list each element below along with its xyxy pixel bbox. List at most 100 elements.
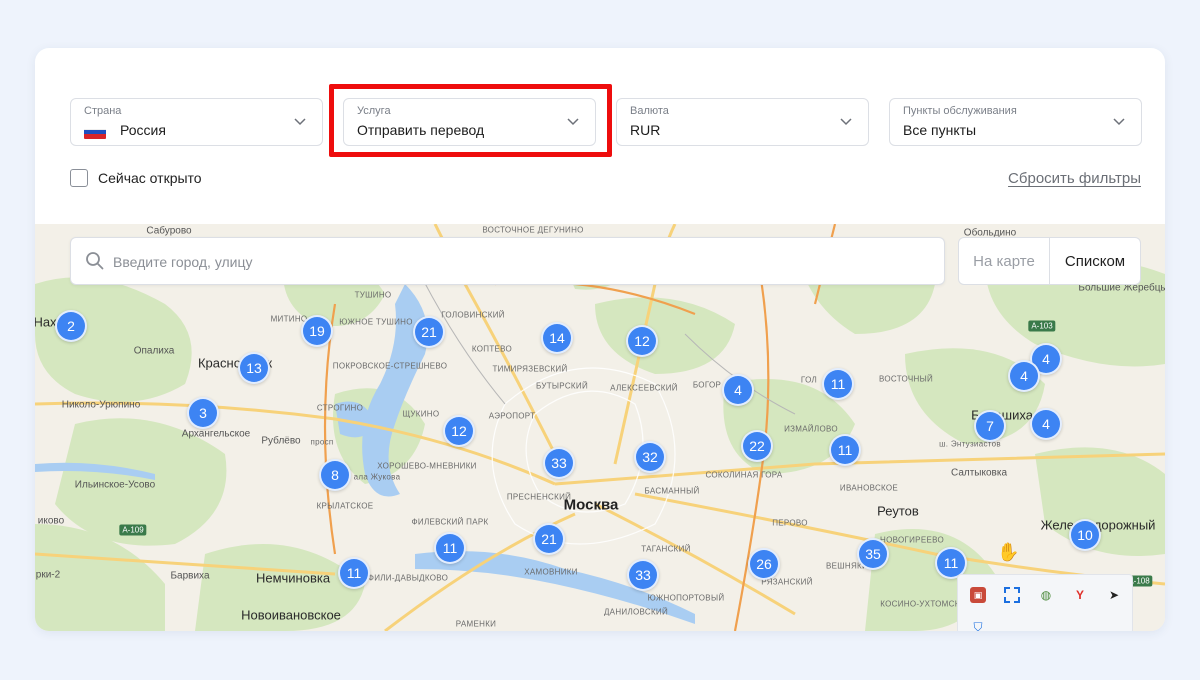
service-select-label: Услуга — [357, 105, 391, 117]
service-points-select-label: Пункты обслуживания — [903, 105, 1017, 117]
currency-select[interactable]: Валюта RUR — [616, 98, 869, 146]
road-badge: А-109 — [119, 524, 147, 536]
list-view-button[interactable]: Списком — [1050, 238, 1140, 284]
office-cluster[interactable]: 12 — [626, 325, 658, 357]
system-tray-popup: ▣ ◍ Y ➤ ⛉ — [957, 574, 1133, 631]
district-label: ФИЛЕВСКИЙ ПАРК — [411, 517, 489, 527]
currency-select-label: Валюта — [630, 105, 669, 117]
place-label: Салтыковка — [950, 467, 1008, 479]
office-cluster[interactable]: 11 — [434, 532, 466, 564]
district-label: ВОСТОЧНЫЙ — [878, 374, 934, 384]
district-label: ТУШИНО — [354, 290, 392, 300]
district-label: ПЕРОВО — [772, 518, 808, 528]
map-view-button[interactable]: На карте — [959, 238, 1050, 284]
office-cluster[interactable]: 26 — [748, 548, 780, 580]
office-cluster[interactable]: 2 — [55, 310, 87, 342]
district-label: КОПТЕВО — [471, 344, 513, 354]
district-label: ИЗМАЙЛОВО — [784, 424, 838, 434]
office-cluster[interactable]: 4 — [722, 374, 754, 406]
street-label: просп — [310, 437, 334, 447]
filter-bar: Страна Россия Услуга Отправить перевод В… — [35, 48, 1165, 224]
office-cluster[interactable]: 22 — [741, 430, 773, 462]
offices-panel: Страна Россия Услуга Отправить перевод В… — [35, 48, 1165, 631]
place-label: Рублёво — [261, 435, 301, 447]
network-icon[interactable]: ◍ — [1038, 587, 1054, 603]
office-cluster[interactable]: 11 — [829, 434, 861, 466]
service-select[interactable]: Услуга Отправить перевод — [343, 98, 596, 146]
place-label: Немчиновка — [255, 570, 331, 586]
open-now-label: Сейчас открыто — [98, 170, 202, 186]
service-select-value: Отправить перевод — [357, 122, 485, 138]
district-label: ХАМОВНИКИ — [524, 567, 578, 577]
road-badge: А-103 — [1028, 320, 1056, 332]
office-cluster[interactable]: 21 — [533, 523, 565, 555]
office-cluster[interactable]: 7 — [974, 410, 1006, 442]
yandex-icon[interactable]: Y — [1072, 587, 1088, 603]
office-cluster[interactable]: 8 — [319, 459, 351, 491]
place-label: рки-2 — [35, 569, 61, 581]
service-points-select[interactable]: Пункты обслуживания Все пункты — [889, 98, 1142, 146]
district-label: ФИЛИ-ДАВЫДКОВО — [367, 573, 449, 583]
office-cluster[interactable]: 14 — [541, 322, 573, 354]
chevron-down-icon — [294, 118, 306, 126]
district-label: БАСМАННЫЙ — [644, 486, 700, 496]
address-search-input[interactable] — [113, 248, 913, 276]
place-label: Опалиха — [133, 345, 175, 357]
office-cluster[interactable]: 13 — [238, 352, 270, 384]
district-label: КРЫЛАТСКОЕ — [316, 501, 374, 511]
office-cluster[interactable]: 4 — [1008, 360, 1040, 392]
district-label: ИВАНОВСКОЕ — [839, 483, 899, 493]
street-label: ала Жукова — [353, 472, 401, 482]
service-points-select-value: Все пункты — [903, 122, 977, 138]
district-label: АЭРОПОРТ — [488, 411, 536, 421]
office-cluster[interactable]: 21 — [413, 316, 445, 348]
country-select-value: Россия — [120, 122, 166, 138]
place-label: Николо-Урюпино — [61, 399, 141, 411]
district-label: ГОЛОВИНСКИЙ — [441, 310, 505, 320]
district-label: БУТЫРСКИЙ — [535, 381, 589, 391]
district-label: ТИМИРЯЗЕВСКИЙ — [492, 364, 568, 374]
district-label: ПОКРОВСКОЕ-СТРЕШНЕВО — [332, 361, 448, 371]
office-cluster[interactable]: 4 — [1030, 408, 1062, 440]
office-cluster[interactable]: 35 — [857, 538, 889, 570]
office-cluster[interactable]: 33 — [627, 559, 659, 591]
telegram-icon[interactable]: ➤ — [1106, 587, 1122, 603]
district-label: ЮЖНОПОРТОВЫЙ — [647, 593, 725, 603]
country-select[interactable]: Страна Россия — [70, 98, 323, 146]
russia-flag-icon — [84, 125, 106, 139]
place-label: Нах — [35, 314, 57, 330]
office-cluster[interactable]: 11 — [822, 368, 854, 400]
reset-filters-link[interactable]: Сбросить фильтры — [1008, 170, 1141, 187]
district-label: БОГОР — [692, 380, 722, 390]
district-label: СТРОГИНО — [316, 403, 364, 413]
district-label: ТАГАНСКИЙ — [641, 544, 691, 554]
district-label: ДАНИЛОВСКИЙ — [603, 607, 669, 617]
chevron-down-icon — [840, 118, 852, 126]
currency-select-value: RUR — [630, 122, 661, 138]
chevron-down-icon — [1113, 118, 1125, 126]
place-label: Ильинское-Усово — [74, 479, 156, 491]
district-label: ЮЖНОЕ ТУШИНО — [339, 317, 413, 327]
office-cluster[interactable]: 33 — [543, 447, 575, 479]
office-cluster[interactable]: 11 — [338, 557, 370, 589]
address-search-box[interactable] — [70, 237, 945, 285]
offices-map[interactable]: Москва Красногорск Немчиновка Новоиванов… — [35, 224, 1165, 631]
open-now-filter[interactable]: Сейчас открыто — [70, 169, 202, 187]
district-label: НОВОГИРЕЕВО — [880, 535, 944, 545]
place-label: Реутов — [877, 503, 919, 519]
district-label: ГОЛ — [800, 375, 818, 385]
open-now-checkbox[interactable] — [70, 169, 88, 187]
district-label: ХОРОШЕВО-МНЕВНИКИ — [377, 461, 477, 471]
district-label: ПРЕСНЕНСКИЙ — [506, 492, 572, 502]
crop-icon[interactable] — [1004, 587, 1020, 603]
office-cluster[interactable]: 10 — [1069, 519, 1101, 551]
district-label: ВОСТОЧНОЕ ДЕГУНИНО — [482, 225, 584, 235]
place-label: Новоивановское — [241, 607, 341, 623]
office-cluster[interactable]: 3 — [187, 397, 219, 429]
office-cluster[interactable]: 32 — [634, 441, 666, 473]
office-cluster[interactable]: 19 — [301, 315, 333, 347]
place-label: Москва — [563, 496, 619, 514]
screen-capture-icon[interactable]: ▣ — [970, 587, 986, 603]
office-cluster[interactable]: 12 — [443, 415, 475, 447]
shield-icon[interactable]: ⛉ — [970, 619, 986, 632]
